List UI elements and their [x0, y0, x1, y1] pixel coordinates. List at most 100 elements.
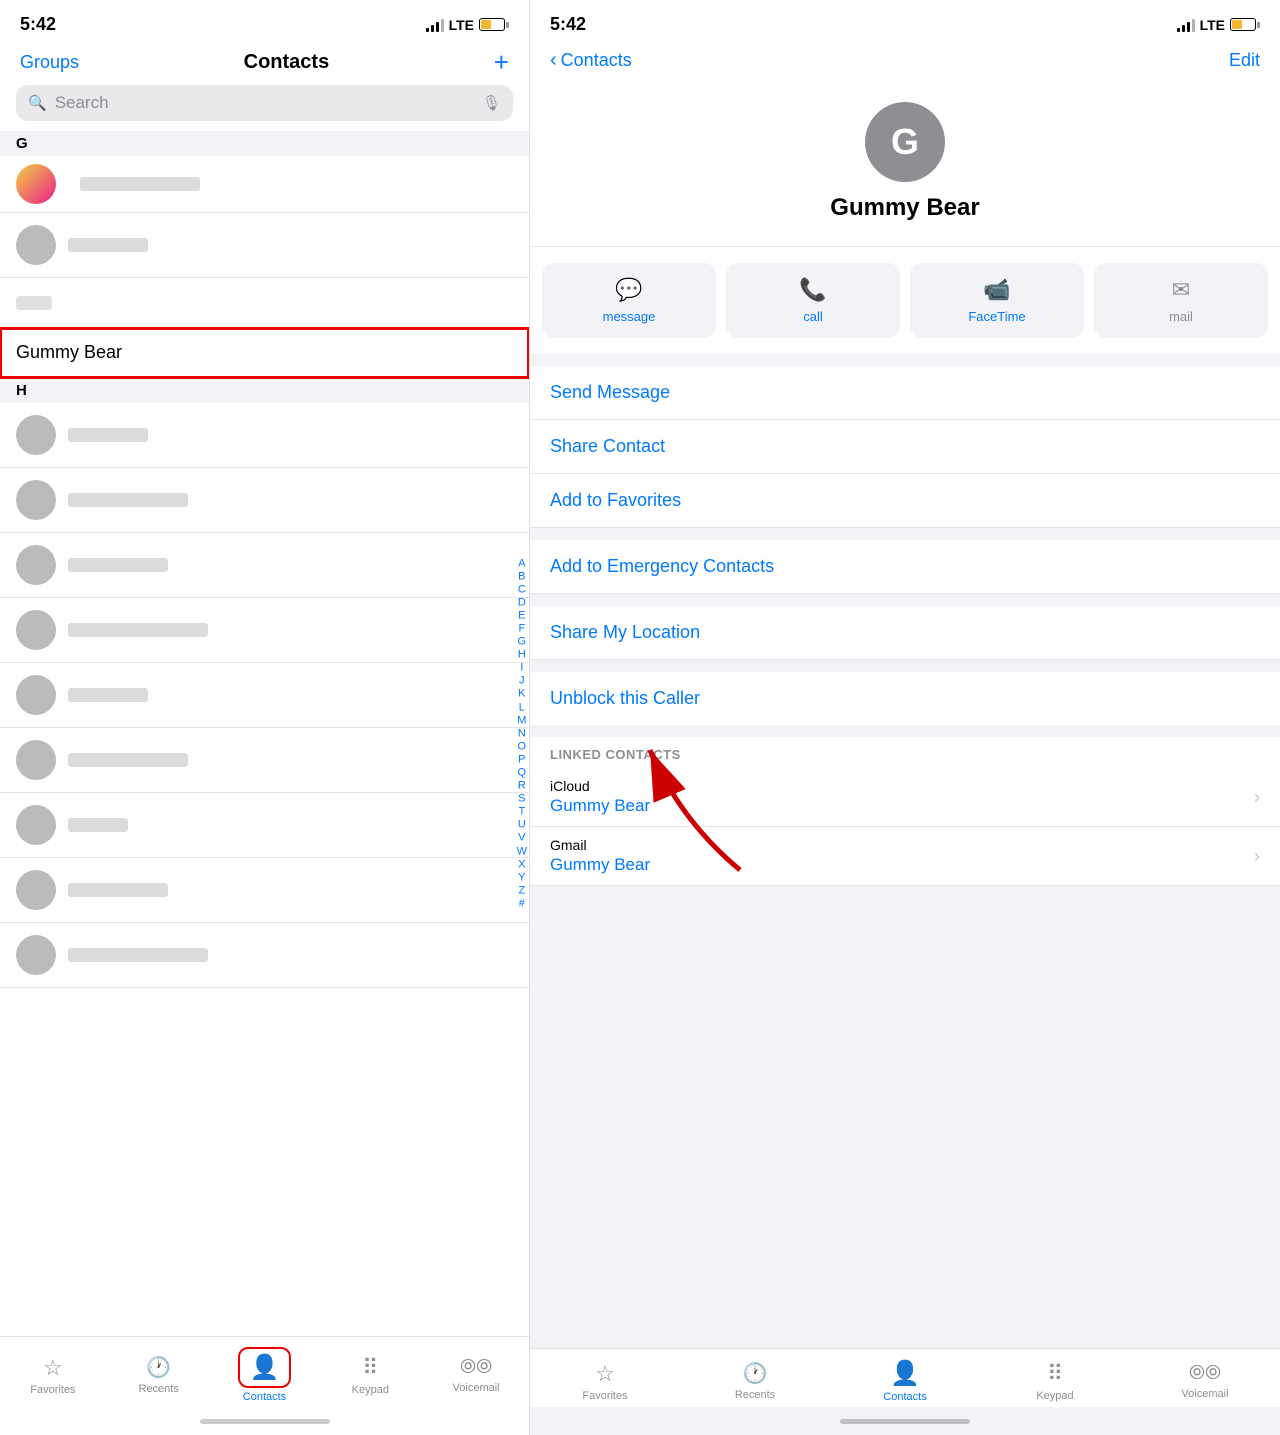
alpha-hash[interactable]: # [519, 898, 525, 910]
contacts-list: G Gummy Bear H [0, 131, 529, 1336]
left-panel: 5:42 LTE Groups Contacts + 🔍 Search 🎙 G [0, 0, 530, 1435]
back-button[interactable]: ‹ Contacts [550, 49, 632, 72]
alpha-K[interactable]: K [518, 688, 525, 700]
avatar [16, 935, 56, 975]
emergency-contacts-option[interactable]: Add to Emergency Contacts [530, 540, 1280, 594]
tab-favorites-left[interactable]: ☆ Favorites [18, 1355, 88, 1396]
share-contact-option[interactable]: Share Contact [530, 420, 1280, 474]
groups-button[interactable]: Groups [20, 52, 79, 73]
favorites-icon-right: ☆ [595, 1361, 615, 1387]
add-favorites-label: Add to Favorites [550, 490, 681, 510]
list-item[interactable] [0, 403, 529, 468]
list-item[interactable] [0, 278, 529, 328]
contacts-icon-left: 👤 [250, 1354, 280, 1381]
alpha-A[interactable]: A [518, 557, 525, 569]
mic-icon[interactable]: 🎙 [482, 94, 501, 112]
edit-button[interactable]: Edit [1229, 50, 1260, 71]
list-item[interactable] [0, 468, 529, 533]
add-contact-button[interactable]: + [494, 49, 509, 75]
list-item[interactable] [0, 663, 529, 728]
share-contact-label: Share Contact [550, 436, 665, 456]
search-bar[interactable]: 🔍 Search 🎙 [16, 85, 513, 121]
avatar: G [865, 102, 945, 182]
voicemail-label-left: Voicemail [453, 1382, 500, 1394]
right-nav: ‹ Contacts Edit [530, 43, 1280, 82]
alpha-M[interactable]: M [517, 714, 526, 726]
alpha-O[interactable]: O [518, 741, 527, 753]
section-header-g: G [0, 131, 529, 156]
mail-button[interactable]: ✉ mail [1094, 263, 1268, 338]
alpha-U[interactable]: U [518, 819, 526, 831]
options-section-3: Share My Location [530, 606, 1280, 660]
status-icons-right: LTE [1177, 17, 1260, 33]
alpha-Q[interactable]: Q [518, 767, 527, 779]
home-indicator-left [0, 1407, 529, 1435]
share-location-label: Share My Location [550, 622, 700, 642]
alpha-Y[interactable]: Y [518, 871, 525, 883]
call-icon: 📞 [799, 277, 826, 303]
send-message-option[interactable]: Send Message [530, 366, 1280, 420]
tab-recents-left[interactable]: 🕐 Recents [124, 1355, 194, 1395]
search-input[interactable]: Search [55, 93, 474, 113]
list-item[interactable] [0, 156, 529, 213]
alpha-G[interactable]: G [518, 636, 527, 648]
bottom-spacer [530, 886, 1280, 1348]
linked-gmail-row[interactable]: Gmail Gummy Bear › [530, 827, 1280, 886]
time-right: 5:42 [550, 14, 586, 35]
status-icons-left: LTE [426, 17, 509, 33]
section-header-h: H [0, 378, 529, 403]
lte-label-right: LTE [1200, 17, 1225, 33]
contacts-header: Groups Contacts + [0, 43, 529, 85]
alpha-W[interactable]: W [517, 845, 527, 857]
tab-favorites-right[interactable]: ☆ Favorites [570, 1361, 640, 1402]
add-favorites-option[interactable]: Add to Favorites [530, 474, 1280, 528]
tab-recents-right[interactable]: 🕐 Recents [720, 1361, 790, 1401]
alphabet-index[interactable]: A B C D E F G H I J K L M N O P Q R S T … [517, 557, 527, 910]
alpha-X[interactable]: X [518, 858, 525, 870]
battery-icon-left [479, 18, 509, 31]
tab-voicemail-left[interactable]: ⦾⦾ Voicemail [441, 1356, 511, 1394]
list-item[interactable] [0, 533, 529, 598]
share-location-option[interactable]: Share My Location [530, 606, 1280, 660]
alpha-N[interactable]: N [518, 727, 526, 739]
right-panel: 5:42 LTE ‹ Contacts Edit G [530, 0, 1280, 1435]
tab-keypad-right[interactable]: ⠿ Keypad [1020, 1361, 1090, 1402]
call-button[interactable]: 📞 call [726, 263, 900, 338]
facetime-label: FaceTime [968, 309, 1025, 324]
alpha-P[interactable]: P [518, 754, 525, 766]
list-item[interactable] [0, 923, 529, 988]
alpha-R[interactable]: R [518, 780, 526, 792]
alpha-V[interactable]: V [518, 832, 525, 844]
tab-voicemail-right[interactable]: ⦾⦾ Voicemail [1170, 1362, 1240, 1400]
alpha-H[interactable]: H [518, 649, 526, 661]
linked-icloud-row[interactable]: iCloud Gummy Bear › [530, 768, 1280, 827]
list-item[interactable] [0, 598, 529, 663]
alpha-J[interactable]: J [519, 675, 525, 687]
unblock-option[interactable]: Unblock this Caller [530, 672, 1280, 725]
options-section-4: Unblock this Caller [530, 672, 1280, 725]
alpha-D[interactable]: D [518, 597, 526, 609]
alpha-I[interactable]: I [520, 662, 523, 674]
tab-keypad-left[interactable]: ⠿ Keypad [335, 1355, 405, 1396]
message-button[interactable]: 💬 message [542, 263, 716, 338]
list-item[interactable] [0, 858, 529, 923]
alpha-B[interactable]: B [518, 570, 525, 582]
tab-contacts-right[interactable]: 👤 Contacts [870, 1359, 940, 1403]
facetime-button[interactable]: 📹 FaceTime [910, 263, 1084, 338]
alpha-C[interactable]: C [518, 583, 526, 595]
contact-card: G Gummy Bear [530, 82, 1280, 246]
mail-label: mail [1169, 309, 1193, 324]
voicemail-icon-left: ⦾⦾ [460, 1356, 492, 1379]
alpha-E[interactable]: E [518, 610, 525, 622]
list-item[interactable] [0, 728, 529, 793]
alpha-F[interactable]: F [518, 623, 525, 635]
alpha-S[interactable]: S [518, 793, 525, 805]
alpha-Z[interactable]: Z [518, 885, 525, 897]
list-item[interactable] [0, 793, 529, 858]
alpha-L[interactable]: L [519, 701, 525, 713]
gummy-bear-contact[interactable]: Gummy Bear [0, 328, 529, 378]
tab-contacts-left[interactable]: 👤 Contacts [229, 1347, 299, 1403]
list-item[interactable] [0, 213, 529, 278]
alpha-T[interactable]: T [518, 806, 525, 818]
home-bar-right [840, 1419, 970, 1424]
